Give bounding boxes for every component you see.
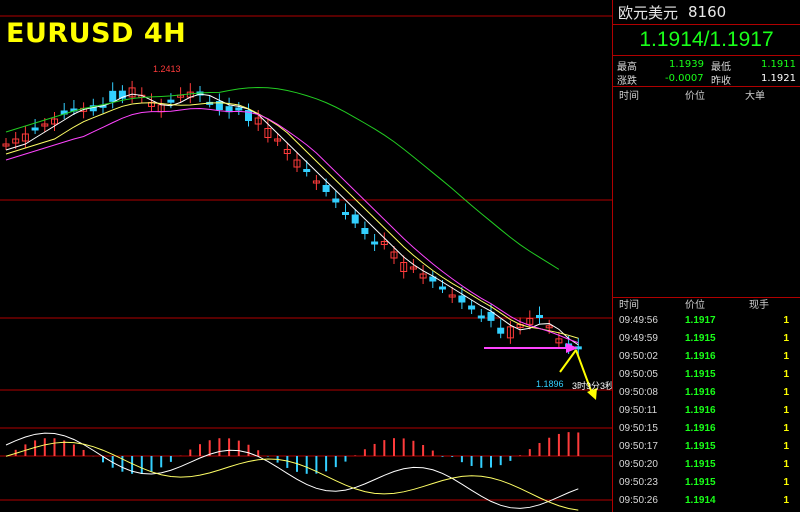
change-label: 涨跌 [617, 76, 637, 87]
tick-time: 09:50:23 [619, 477, 658, 489]
header-price: 价位 [685, 90, 705, 102]
tick-volume: 1 [783, 441, 789, 453]
ticks-header-price: 价位 [685, 299, 705, 311]
low-price-label: 1.1896 [536, 379, 564, 389]
macd-dif-line [5, 432, 579, 509]
candle-body [477, 315, 485, 319]
quote-panel: 欧元美元 8160 1.1914/1.1917 最高 1.1939 最低 1.1… [612, 0, 800, 512]
quote-stats: 最高 1.1939 最低 1.1911 涨跌 -0.0007 昨收 1.1921 [613, 56, 800, 87]
candle-body [342, 212, 349, 215]
tick-price: 1.1915 [685, 441, 716, 453]
prev-close-label: 昨收 [711, 76, 731, 87]
candle-body [361, 228, 369, 234]
symbol-code: 8160 [688, 3, 727, 21]
candle-body [31, 127, 39, 131]
big-orders-header: 时间 价位 大单 [613, 87, 800, 102]
tick-row[interactable]: 09:49:56 1.1917 1 [613, 311, 800, 329]
candle-body [303, 169, 311, 172]
chart-canvas[interactable] [0, 0, 612, 512]
tick-price: 1.1916 [685, 405, 716, 417]
tick-time: 09:50:08 [619, 386, 658, 398]
chart-title: EURUSD 4H [6, 18, 187, 49]
entry-arrow-line [559, 349, 577, 373]
tick-row[interactable]: 09:50:23 1.1915 1 [613, 474, 800, 492]
tick-price: 1.1916 [685, 423, 716, 435]
tick-price: 1.1915 [685, 368, 716, 380]
prev-close-value: 1.1921 [761, 73, 796, 84]
tick-row[interactable]: 09:50:05 1.1915 1 [613, 365, 800, 383]
tick-price: 1.1917 [685, 314, 716, 326]
candlestick-chart[interactable]: EURUSD 4H 1.2413 1.1896 3时9分3秒 [0, 0, 615, 512]
big-orders-list[interactable]: 时间 价位 大单 [613, 87, 800, 298]
tick-volume: 1 [783, 368, 789, 380]
high-price-label: 1.2413 [153, 64, 181, 74]
tick-volume: 1 [783, 332, 789, 344]
tick-price: 1.1916 [685, 350, 716, 362]
ticks-header-time: 时间 [619, 299, 639, 311]
tick-price: 1.1915 [685, 332, 716, 344]
tick-row[interactable]: 09:50:20 1.1915 1 [613, 456, 800, 474]
tick-row[interactable]: 09:50:11 1.1916 1 [613, 401, 800, 419]
candle-body [109, 90, 117, 102]
tick-price: 1.1915 [685, 477, 716, 489]
candle-body [439, 286, 446, 290]
ma-long-line [5, 86, 560, 270]
candle-body [487, 311, 495, 321]
header-size: 大单 [745, 90, 765, 102]
symbol-name: 欧元美元 [618, 3, 679, 22]
ticks-header: 时间 价位 现手 [613, 296, 800, 311]
candle-body [351, 214, 359, 224]
change-value: -0.0007 [665, 73, 704, 84]
symbol-header: 欧元美元 8160 [613, 0, 800, 25]
tick-time: 09:50:17 [619, 441, 658, 453]
low-value: 1.1911 [761, 59, 796, 70]
header-time: 时间 [619, 90, 639, 102]
tick-volume: 1 [783, 495, 789, 507]
tick-time: 09:50:26 [619, 495, 658, 507]
bid-ask-quote: 1.1914/1.1917 [613, 25, 800, 56]
tick-row[interactable]: 09:50:26 1.1914 1 [613, 492, 800, 510]
candle-body [235, 107, 243, 111]
ticks-header-volume: 现手 [749, 299, 769, 311]
tick-price: 1.1914 [685, 495, 716, 507]
high-label: 最高 [617, 62, 637, 73]
candle-body [536, 315, 543, 319]
tick-price: 1.1915 [685, 459, 716, 471]
tick-time: 09:50:05 [619, 368, 658, 380]
candle-body [322, 185, 330, 192]
ma-mid-line [5, 102, 579, 339]
tick-time: 09:49:56 [619, 314, 658, 326]
tick-time: 09:49:59 [619, 332, 658, 344]
candle-body [458, 295, 466, 303]
tick-volume: 1 [783, 459, 789, 471]
tick-row[interactable]: 09:50:17 1.1915 1 [613, 438, 800, 456]
tick-row[interactable]: 09:50:15 1.1916 1 [613, 420, 800, 438]
tick-price: 1.1916 [685, 386, 716, 398]
tick-volume: 1 [783, 386, 789, 398]
tick-time: 09:50:02 [619, 350, 658, 362]
tick-list[interactable]: 09:49:56 1.1917 1 09:49:59 1.1915 1 09:50:02 1.… [613, 311, 800, 510]
tick-time: 09:50:15 [619, 423, 658, 435]
candle-body [332, 198, 340, 203]
candle-body [468, 305, 476, 310]
high-value: 1.1939 [669, 59, 704, 70]
bar-countdown: 3时9分3秒 [572, 381, 615, 391]
candle-body [167, 99, 175, 103]
candle-body [497, 327, 505, 334]
tick-time: 09:50:11 [619, 405, 658, 417]
tick-volume: 1 [783, 314, 789, 326]
tick-volume: 1 [783, 405, 789, 417]
tick-volume: 1 [783, 350, 789, 362]
tick-row[interactable]: 09:50:08 1.1916 1 [613, 383, 800, 401]
tick-volume: 1 [783, 423, 789, 435]
low-label: 最低 [711, 62, 731, 73]
candle-body [371, 241, 379, 245]
tick-time: 09:50:20 [619, 459, 658, 471]
tick-row[interactable]: 09:49:59 1.1915 1 [613, 329, 800, 347]
tick-volume: 1 [783, 477, 789, 489]
tick-row[interactable]: 09:50:02 1.1916 1 [613, 347, 800, 365]
